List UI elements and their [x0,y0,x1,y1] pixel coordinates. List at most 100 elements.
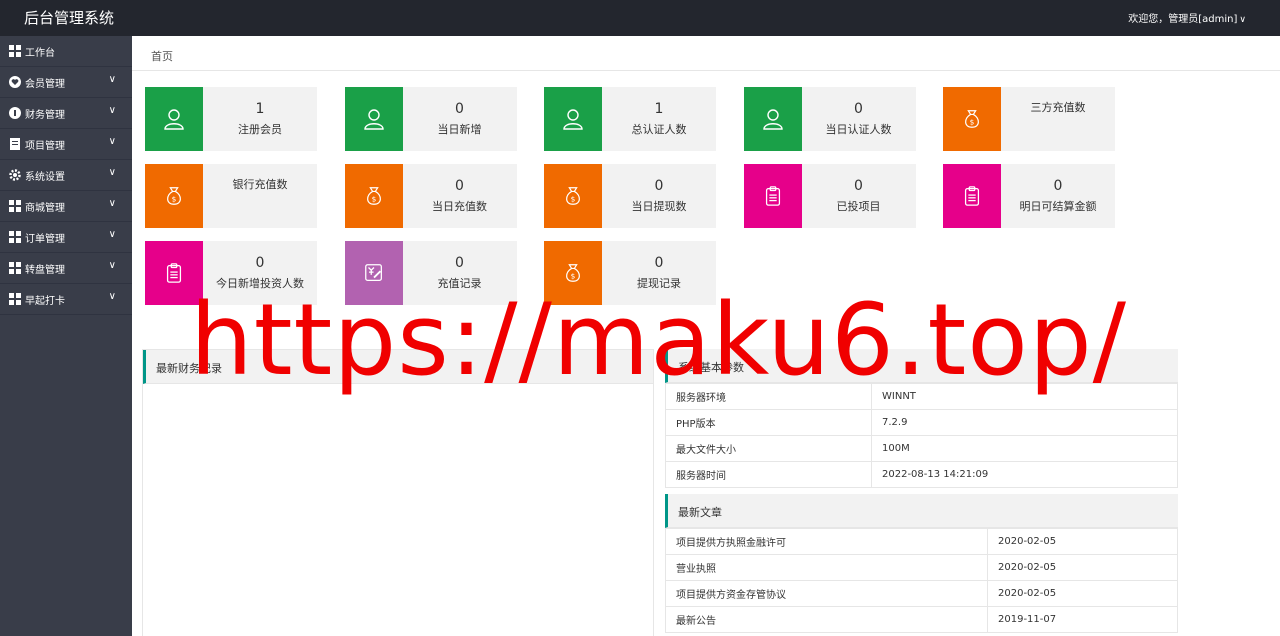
stat-value: 0 [654,178,664,194]
chevron-down-icon: ∨ [108,260,116,271]
stat-card[interactable]: 1 总认证人数 [544,87,716,151]
stat-value: 1 [255,101,265,117]
article-date: 2020-02-05 [987,580,1178,607]
param-key: 最大文件大小 [665,435,872,462]
user-icon [544,87,602,151]
stat-card[interactable]: $0 当日充值数 [344,164,517,228]
user-icon [145,87,203,151]
clipboard-icon [743,164,802,228]
stat-value: 0 [854,101,863,117]
stat-card[interactable]: $ 银行充值数 [145,164,317,228]
chevron-down-icon: ∨ [108,105,116,116]
stat-label: 银行充值数 [232,178,288,191]
money-bag-icon: $ [344,164,403,228]
sidebar-item-label: 转盘管理 [25,265,65,276]
stat-card[interactable]: 1 注册会员 [145,87,317,151]
svg-text:$: $ [172,195,177,204]
money-bag-icon: $ [145,164,203,228]
sidebar-item-label: 商城管理 [25,203,65,214]
breadcrumb-home[interactable]: 首页 [151,48,173,64]
table-row[interactable]: 项目提供方执照金融许可 2020-02-05 [665,528,1178,555]
sidebar-item-label: 会员管理 [25,79,65,90]
stat-value: 0 [455,178,464,194]
app-title: 后台管理系统 [24,9,115,27]
stat-label: 当日认证人数 [825,123,892,136]
chevron-down-icon: ∨ [108,291,116,302]
grid-icon [9,231,21,243]
sidebar-item[interactable]: 商城管理 ∨ [0,191,132,222]
sidebar-item-label: 工作台 [25,48,55,59]
stat-card[interactable]: $ 三方充值数 [943,87,1115,151]
stat-value: 0 [455,255,464,271]
article-title[interactable]: 最新公告 [665,606,988,633]
gear-icon [9,169,21,181]
chevron-down-icon: ∨ [108,136,116,147]
sidebar-item-label: 项目管理 [25,141,65,152]
sidebar-item[interactable]: 项目管理 ∨ [0,129,132,160]
sidebar-item[interactable]: 会员管理 ∨ [0,67,132,98]
sidebar: 工作台 会员管理 ∨ 财务管理 ∨ 项目管理 ∨ 系统设置 ∨ 商城管理 ∨ 订单管理 ∨ 转盘管理 ∨ 早起… [0,36,132,636]
breadcrumb: 首页 [132,36,1280,71]
param-key: PHP版本 [665,409,872,436]
chevron-down-icon: ∨ [108,229,116,240]
stat-label: 明日可结算金额 [1019,200,1097,213]
table-row: 服务器时间 2022-08-13 14:21:09 [665,461,1178,488]
stat-card[interactable]: 0 当日新增 [344,87,517,151]
stat-label: 当日提现数 [631,200,687,213]
stat-value: 0 [654,255,664,271]
stat-label: 三方充值数 [1030,101,1086,114]
heart-icon [9,76,21,88]
article-title[interactable]: 营业执照 [665,554,988,581]
stat-value: 0 [854,178,863,194]
param-value: 2022-08-13 14:21:09 [871,461,1178,488]
top-bar: 后台管理系统 欢迎您，管理员[admin] ∨ [0,0,1280,36]
svg-text:$: $ [571,195,576,204]
sidebar-item[interactable]: 系统设置 ∨ [0,160,132,191]
document-icon [9,138,21,150]
sidebar-item[interactable]: 工作台 [0,36,132,67]
stat-label: 注册会员 [238,123,282,136]
clipboard-icon [943,164,1001,228]
latest-articles-panel: 最新文章 项目提供方执照金融许可 2020-02-05 营业执照 2020-02-05… [665,494,1178,633]
stat-card[interactable]: 0 已投项目 [743,164,916,228]
finance-icon [9,107,21,119]
stat-card[interactable]: $0 当日提现数 [544,164,716,228]
money-bag-icon: $ [943,87,1001,151]
svg-text:$: $ [970,118,975,127]
sidebar-item-label: 订单管理 [25,234,65,245]
table-row: PHP版本 7.2.9 [665,409,1178,436]
table-row[interactable]: 营业执照 2020-02-05 [665,554,1178,581]
money-bag-icon: $ [544,164,602,228]
table-row: 最大文件大小 100M [665,435,1178,462]
sidebar-item-label: 早起打卡 [25,296,65,307]
article-title[interactable]: 项目提供方资金存管协议 [665,580,988,607]
panel-title: 最新文章 [678,506,722,519]
stat-value: 0 [1053,178,1063,194]
grid-icon [9,200,21,212]
stat-label: 已投项目 [836,200,881,213]
table-row[interactable]: 项目提供方资金存管协议 2020-02-05 [665,580,1178,607]
grid-icon [9,262,21,274]
chevron-down-icon: ∨ [108,167,116,178]
stat-value: 1 [654,101,664,117]
sidebar-item-label: 系统设置 [25,172,65,183]
stat-label: 总认证人数 [631,123,687,136]
article-date: 2020-02-05 [987,528,1178,555]
stat-card[interactable]: 0 当日认证人数 [743,87,916,151]
article-date: 2019-11-07 [987,606,1178,633]
user-menu[interactable]: 欢迎您，管理员[admin] ∨ [1128,10,1246,25]
param-value: 7.2.9 [871,409,1178,436]
chevron-down-icon: ∨ [1239,15,1246,25]
svg-text:$: $ [371,195,376,204]
sidebar-item[interactable]: 早起打卡 ∨ [0,284,132,315]
sidebar-item[interactable]: 订单管理 ∨ [0,222,132,253]
table-row[interactable]: 最新公告 2019-11-07 [665,606,1178,633]
sidebar-item[interactable]: 转盘管理 ∨ [0,253,132,284]
article-title[interactable]: 项目提供方执照金融许可 [665,528,988,555]
param-key: 服务器时间 [665,461,872,488]
dashboard-icon [9,45,21,57]
stat-label: 当日新增 [437,123,482,136]
stat-card[interactable]: 0 明日可结算金额 [943,164,1115,228]
sidebar-item[interactable]: 财务管理 ∨ [0,98,132,129]
stat-value: 0 [455,101,464,117]
